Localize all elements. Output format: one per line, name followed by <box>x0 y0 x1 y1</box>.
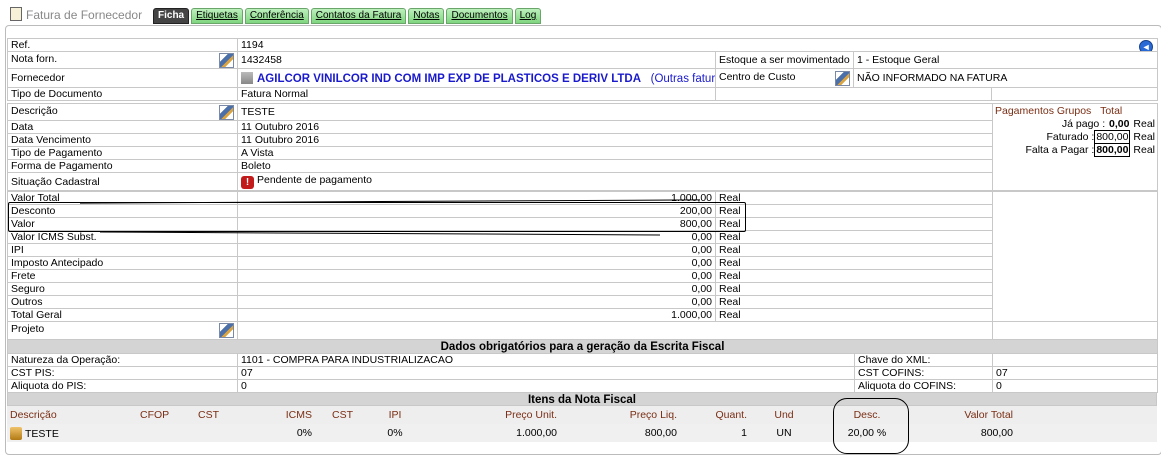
nota-value: 1432458 <box>237 51 716 69</box>
chave-value <box>991 353 1159 367</box>
table-row: Desconto 200,00 Real <box>7 204 1158 218</box>
cst-cofins-value: 07 <box>991 366 1159 380</box>
table-row[interactable]: TESTE 0% 0% 1.000,00 800,00 1 UN 20,00 %… <box>7 424 1157 442</box>
table-row: Valor Total 1.000,00 Real <box>7 191 1158 322</box>
fiscal-table: Dados obrigatórios para a geração da Esc… <box>6 339 1159 393</box>
nota-label-cell: Nota forn. <box>7 51 238 69</box>
fornecedor-label: Fornecedor <box>7 68 238 88</box>
descricao-label-cell: Descrição <box>7 103 238 121</box>
situacao-cell: ! Pendente de pagamento <box>237 172 993 191</box>
edit-icon[interactable] <box>219 104 234 120</box>
forma-pagamento-value: Boleto <box>237 159 993 173</box>
vencimento-value: 11 Outubro 2016 <box>237 133 993 147</box>
items-section-title: Itens da Nota Fiscal <box>7 392 1157 406</box>
fiscal-section-title: Dados obrigatórios para a geração da Esc… <box>6 339 1159 354</box>
items-header-row: Descrição CFOP CST ICMS CST IPI Preço Un… <box>7 406 1157 424</box>
table-row: Valor ICMS Subst. 0,00 Real <box>7 230 1158 244</box>
payments-total-header: Total <box>1100 105 1123 117</box>
document-icon <box>10 7 22 21</box>
table-row: Valor 800,00 Real <box>7 217 1158 231</box>
falta-value: 800,00 <box>1094 143 1131 157</box>
edit-icon[interactable] <box>835 70 850 86</box>
invoice-info-table: Ref. 1194 ◄ Nota forn. 1432458 Estoque a … <box>7 38 1159 101</box>
fornecedor-cell: AGILCOR VINILCOR IND COM IMP EXP DE PLAS… <box>237 68 716 88</box>
outras-faturas-link[interactable]: (Outras faturas) <box>651 73 715 85</box>
nota-label: Nota forn. <box>11 52 58 65</box>
centro-value: NÃO INFORMADO NA FATURA <box>852 68 1159 88</box>
forma-pagamento-label: Forma de Pagamento <box>7 159 238 173</box>
centro-label: Centro de Custo <box>719 70 796 83</box>
payments-panel: Pagamentos Grupos Total Já pago : 0,00 R… <box>992 103 1158 191</box>
items-table: Descrição CFOP CST ICMS CST IPI Preço Un… <box>7 406 1157 442</box>
payments-title: Pagamentos Grupos <box>995 105 1092 117</box>
table-row: Seguro 0,00 Real <box>7 282 1158 296</box>
ref-label: Ref. <box>7 38 238 52</box>
tab-notas[interactable]: Notas <box>408 8 445 24</box>
fornecedor-link[interactable]: AGILCOR VINILCOR IND COM IMP EXP DE PLAS… <box>257 73 641 85</box>
tab-conferencia[interactable]: Conferência <box>244 8 309 24</box>
data-label: Data <box>7 120 238 134</box>
tipo-doc-label: Tipo de Documento <box>7 87 238 101</box>
app-title: Fatura de Fornecedor <box>10 7 142 22</box>
building-icon <box>241 71 253 84</box>
item-icon[interactable] <box>10 426 22 440</box>
tipo-pagamento-label: Tipo de Pagamento <box>7 146 238 160</box>
tipo-doc-value: Fatura Normal <box>237 87 716 101</box>
ref-value-cell: 1194 ◄ <box>236 38 1159 52</box>
tab-bar: Ficha Etiquetas Conferência Contatos da Fat… <box>153 8 543 25</box>
situacao-value: Pendente de pagamento <box>257 174 373 186</box>
aliq-cofins-value: 0 <box>991 379 1159 393</box>
alert-icon: ! <box>241 176 254 189</box>
projeto-label-cell: Projeto <box>7 321 238 340</box>
descricao-value: TESTE <box>237 103 993 121</box>
edit-icon[interactable] <box>219 323 234 338</box>
details-table: Descrição TESTE Pagamentos Grupos Total … <box>7 103 1158 191</box>
table-row: IPI 0,00 Real <box>7 243 1158 257</box>
table-row: Total Geral 1.000,00 Real <box>7 308 1158 322</box>
projeto-label: Projeto <box>11 323 45 335</box>
edit-icon[interactable] <box>219 52 234 68</box>
top-bar: Fatura de Fornecedor Ficha Etiquetas Confe… <box>0 0 1161 26</box>
tab-log[interactable]: Log <box>514 8 542 24</box>
tipo-pagamento-value: A Vista <box>237 146 993 160</box>
aliq-pis-value: 0 <box>237 379 855 393</box>
centro-label-cell: Centro de Custo <box>715 68 854 88</box>
situacao-label: Situação Cadastral <box>7 172 238 191</box>
tab-documentos[interactable]: Documentos <box>446 8 513 24</box>
tab-etiquetas[interactable]: Etiquetas <box>191 8 243 24</box>
tab-ficha[interactable]: Ficha <box>153 8 190 24</box>
table-row: Outros 0,00 Real <box>7 295 1158 309</box>
natureza-value: 1101 - COMPRA PARA INDUSTRIALIZACAO <box>237 353 855 367</box>
values-table: Valor Total 1.000,00 Real Desconto 200,00 Re… <box>7 191 1158 322</box>
back-arrow-icon[interactable]: ◄ <box>1139 40 1154 51</box>
descricao-label: Descrição <box>11 104 58 117</box>
ref-value: 1194 <box>241 39 264 51</box>
cst-pis-value: 07 <box>237 366 855 380</box>
table-row: Imposto Antecipado 0,00 Real <box>7 256 1158 270</box>
table-row: Frete 0,00 Real <box>7 269 1158 283</box>
faturado-value: 800,00 <box>1094 130 1131 144</box>
estoque-value: 1 - Estoque Geral <box>852 51 1159 69</box>
vencimento-label: Data Vencimento <box>7 133 238 147</box>
projeto-table: Projeto <box>7 321 1158 340</box>
estoque-label: Estoque a ser movimentado <box>715 51 854 69</box>
tab-contatos-da-fatura[interactable]: Contatos da Fatura <box>310 8 407 24</box>
data-value: 11 Outubro 2016 <box>237 120 993 134</box>
